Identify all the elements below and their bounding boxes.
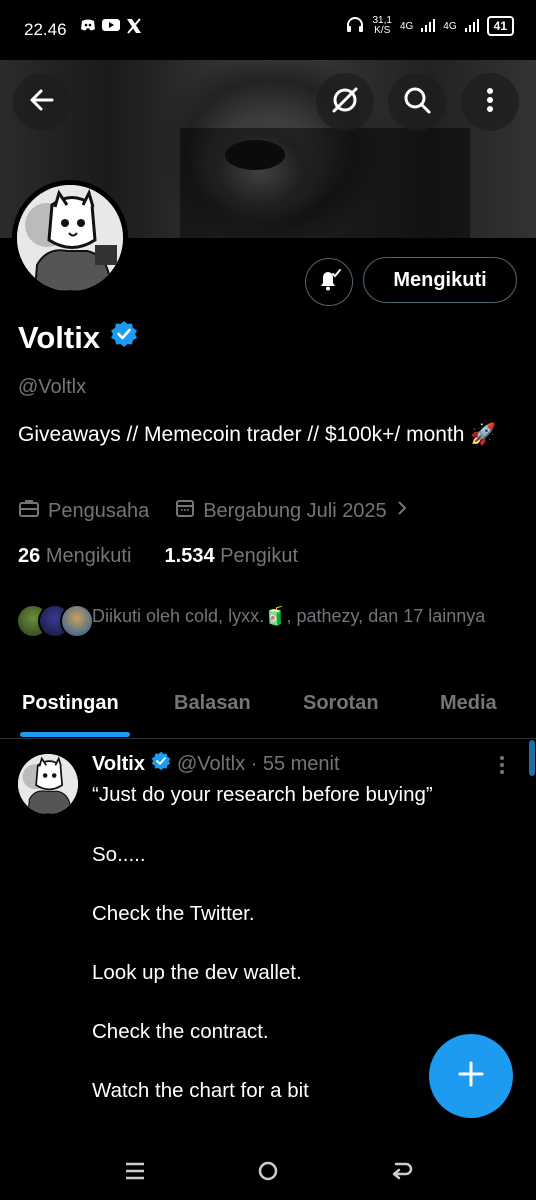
profile-avatar[interactable] [12,180,128,296]
profile-name: Voltix [18,320,101,355]
more-vertical-icon [498,756,506,780]
post-meta: @Voltlx · 55 menit [176,752,340,775]
followed-by-text[interactable]: Diikuti oleh cold, lyxx.🧃, pathezy, dan … [92,604,512,629]
banner-image-detail [180,128,470,238]
post-author-name[interactable]: Voltix [92,753,145,776]
active-tab-indicator [20,732,130,737]
more-options-button[interactable] [461,73,519,131]
notification-bell-icon [316,267,342,298]
grok-button[interactable] [316,73,374,131]
status-time: 22.46 [24,20,67,39]
back-arrow-icon [28,86,56,119]
post-text-line: So..... [92,843,146,866]
profile-meta: Pengusaha Bergabung Juli 2025 [18,498,409,524]
profile-handle: @Voltlx [18,376,87,398]
post-text-line: Look up the dev wallet. [92,961,302,984]
post-more-button[interactable] [498,754,506,781]
network-label-2: 4G [443,20,457,32]
compose-post-button[interactable] [429,1034,513,1118]
back-nav-button[interactable] [390,1160,414,1187]
net-speed: 31,1 K/S [372,15,392,36]
youtube-icon [102,18,120,37]
profile-joined-date: Bergabung Juli 2025 [203,499,387,522]
grok-icon [330,85,360,120]
plus-icon [456,1059,486,1094]
profile-occupation: Pengusaha [48,499,150,522]
x-logo-icon [126,18,142,39]
signal-icon-2 [464,18,479,35]
tab-posts[interactable]: Postingan [22,692,119,715]
verified-badge-icon[interactable] [110,320,138,356]
followers-count-link[interactable]: 1.534 Pengikut [165,545,298,567]
post-text-line: Watch the chart for a bit [92,1079,309,1102]
scrollbar[interactable] [529,740,535,776]
profile-tabs: Postingan Balasan Sorotan Media [0,680,536,739]
post-text-line: “Just do your research before buying” [92,783,433,806]
verified-badge-icon [151,751,171,777]
chevron-right-icon[interactable] [395,499,409,523]
more-vertical-icon [485,86,495,119]
profile-bio: Giveaways // Memecoin trader // $100k+/ … [18,423,497,446]
followed-by-avatars[interactable] [16,604,94,638]
system-navigation-bar [0,1140,536,1200]
search-button[interactable] [388,73,446,131]
following-button[interactable]: Mengikuti [363,257,517,303]
calendar-icon [175,498,195,524]
signal-icon [421,18,436,35]
discord-icon [80,18,96,37]
profile-name-row: Voltix [18,320,138,356]
notifications-button[interactable] [305,258,353,306]
status-bar: 22.46 31,1 K/S 4G 4G 41 [0,0,536,60]
search-icon [402,85,432,120]
network-label-1: 4G [399,20,414,32]
status-indicators: 31,1 K/S 4G 4G 41 [346,16,514,36]
headphones-icon [346,16,364,36]
briefcase-icon [18,498,40,524]
home-button[interactable] [257,1160,279,1187]
follow-counts: 26 Mengikuti 1.534 Pengikut [18,545,298,568]
post-text-line: Check the Twitter. [92,902,255,925]
recent-apps-button[interactable] [124,1160,146,1187]
battery-indicator: 41 [486,16,514,36]
post-header: Voltix @Voltlx · 55 menit [92,751,340,777]
tab-media[interactable]: Media [440,692,497,715]
post-text-line: Check the contract. [92,1020,269,1043]
follower-avatar [60,604,94,638]
banner-image-detail-2 [225,140,285,170]
following-count-link[interactable]: 26 Mengikuti [18,545,131,567]
tab-highlights[interactable]: Sorotan [303,692,379,715]
tab-replies[interactable]: Balasan [174,692,251,715]
back-button[interactable] [13,73,71,131]
avatar-image [17,185,123,291]
post-avatar[interactable] [18,754,78,814]
